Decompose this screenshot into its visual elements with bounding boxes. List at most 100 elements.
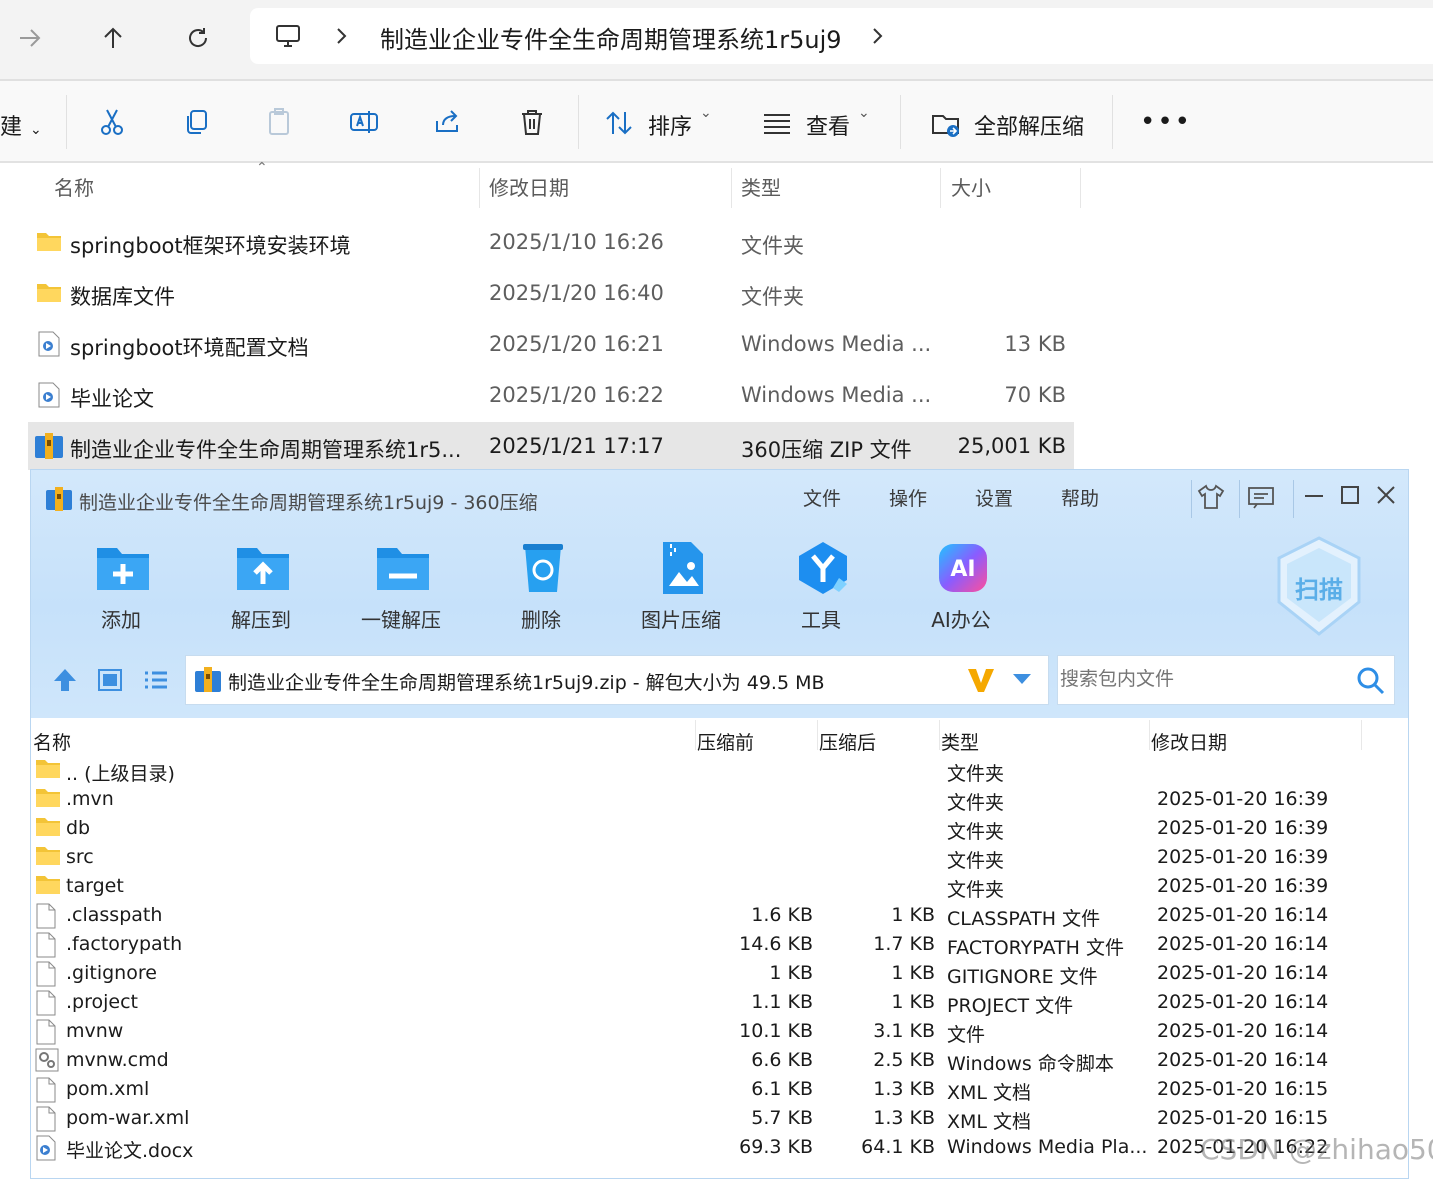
file-size: 13 KB (1004, 332, 1066, 356)
cut-button[interactable] (95, 105, 129, 139)
file-row[interactable]: springboot环境配置文档 2025/1/20 16:21 Windows… (28, 320, 1074, 368)
more-options-icon[interactable]: ••• (1140, 107, 1192, 137)
chevron-right-icon[interactable] (870, 26, 884, 46)
feedback-icon[interactable] (1247, 486, 1275, 510)
sort-ascending-icon: ⌃ (256, 160, 268, 176)
tool-ai-office[interactable]: AI AI办公 (901, 540, 1021, 640)
view-list-icon (764, 114, 790, 134)
maximize-icon[interactable] (1339, 484, 1361, 506)
tool-one-click-extract[interactable]: 一键解压 (341, 540, 461, 640)
archive-size-after: 64.1 KB (861, 1136, 935, 1158)
menu-file[interactable]: 文件 (803, 484, 841, 511)
archive-row[interactable]: .classpath 1.6 KB 1 KB CLASSPATH 文件 2025-01-… (31, 901, 1408, 930)
archive-file-type: 文件夹 (947, 879, 1005, 901)
archive-file-name: .mvn (66, 788, 114, 810)
new-button[interactable]: 建 ⌄ (0, 109, 42, 141)
tool-add[interactable]: 添加 (61, 540, 181, 640)
file-type: 360压缩 ZIP 文件 (741, 438, 912, 462)
address-box[interactable]: 制造业企业专件全生命周期管理系统1r5uj9 (250, 8, 1433, 64)
breadcrumb-current[interactable]: 制造业企业专件全生命周期管理系统1r5uj9 (380, 20, 842, 55)
menu-help[interactable]: 帮助 (1061, 484, 1099, 511)
close-icon[interactable] (1375, 484, 1397, 506)
column-header-size[interactable]: 大小 (951, 172, 991, 201)
archive-row[interactable]: mvnw.cmd 6.6 KB 2.5 KB Windows 命令脚本 2025-01-… (31, 1046, 1408, 1075)
archive-file-name: target (66, 875, 124, 897)
tool-label: 图片压缩 (641, 608, 721, 632)
paste-button[interactable] (263, 105, 297, 139)
list-view-button[interactable] (143, 668, 169, 692)
column-header-modified[interactable]: 修改日期 (1151, 728, 1227, 755)
tool-tools[interactable]: 工具 (761, 540, 881, 640)
column-header-type[interactable]: 类型 (941, 728, 979, 755)
search-icon[interactable] (1356, 666, 1386, 696)
archive-file-type: 文件夹 (947, 821, 1005, 843)
archive-file-modified: 2025-01-20 16:14 (1157, 962, 1329, 984)
tool-extract-to[interactable]: 解压到 (201, 540, 321, 640)
archive-row[interactable]: .factorypath 14.6 KB 1.7 KB FACTORYPATH 文件 2… (31, 930, 1408, 959)
arrow-right-icon (20, 29, 41, 47)
archive-row[interactable]: src 文件夹 2025-01-20 16:39 (31, 843, 1408, 872)
archive-row[interactable]: .mvn 文件夹 2025-01-20 16:39 (31, 785, 1408, 814)
divider (731, 168, 732, 208)
column-header-modified[interactable]: 修改日期 (489, 172, 569, 201)
scissors-icon (101, 109, 123, 135)
search-box[interactable] (1057, 655, 1395, 705)
archive-row[interactable]: .. (上级目录) 文件夹 (31, 756, 1408, 785)
archive-file-type: 文件夹 (947, 763, 1005, 785)
this-pc-icon (274, 22, 302, 50)
file-row[interactable]: 数据库文件 2025/1/20 16:40 文件夹 (28, 269, 1074, 317)
explorer-address-bar: 制造业企业专件全生命周期管理系统1r5uj9 (0, 0, 1433, 80)
archive-row[interactable]: mvnw 10.1 KB 3.1 KB 文件 2025-01-20 16:14 (31, 1017, 1408, 1046)
tool-image-compress[interactable]: 图片压缩 (621, 540, 741, 640)
dropdown-arrow-icon[interactable] (1012, 672, 1032, 686)
skin-shirt-icon[interactable] (1197, 484, 1225, 510)
column-header-name[interactable]: 名称 (54, 172, 94, 201)
delete-button[interactable] (515, 105, 549, 139)
file-icon (35, 990, 57, 1016)
column-header-before[interactable]: 压缩前 (697, 728, 754, 755)
archive-file-modified: 2025-01-20 16:39 (1157, 788, 1329, 810)
vip-v-icon[interactable] (966, 666, 996, 694)
file-row-selected[interactable]: 制造业企业专件全生命周期管理系统1r5... 2025/1/21 17:17 3… (28, 422, 1074, 470)
archive-size-before: 6.1 KB (751, 1078, 813, 1100)
scan-button[interactable]: 扫描 (1275, 536, 1363, 636)
archive-row[interactable]: .project 1.1 KB 1 KB PROJECT 文件 2025-01-20 1… (31, 988, 1408, 1017)
thumbnail-view-button[interactable] (97, 668, 123, 692)
archive-row[interactable]: .gitignore 1 KB 1 KB GITIGNORE 文件 2025-01-20… (31, 959, 1408, 988)
archive-file-type: PROJECT 文件 (947, 995, 1074, 1017)
file-row[interactable]: springboot框架环境安装环境 2025/1/10 16:26 文件夹 (28, 218, 1074, 266)
file-row[interactable]: 毕业论文 2025/1/20 16:22 Windows Media ... 7… (28, 371, 1074, 419)
archive-row[interactable]: pom-war.xml 5.7 KB 1.3 KB XML 文档 2025-01-20 … (31, 1104, 1408, 1133)
copy-button[interactable] (179, 105, 213, 139)
refresh-button[interactable] (176, 16, 220, 60)
file-icon (35, 932, 57, 958)
minimize-icon[interactable] (1303, 484, 1325, 506)
file-modified: 2025/1/20 16:21 (489, 332, 664, 356)
archive-file-type: Windows Media Pla... (947, 1136, 1148, 1158)
file-icon (35, 903, 57, 929)
file-name: 毕业论文 (70, 387, 154, 411)
archive-file-name: mvnw.cmd (66, 1049, 169, 1071)
share-button[interactable] (431, 105, 465, 139)
search-input[interactable] (1058, 668, 1350, 690)
column-header-name[interactable]: 名称 (33, 728, 71, 755)
forward-button[interactable] (8, 16, 52, 60)
sort-arrows-icon (606, 111, 632, 135)
archive-size-before: 1.1 KB (751, 991, 813, 1013)
column-header-type[interactable]: 类型 (741, 172, 781, 201)
tool-label: 删除 (521, 608, 561, 632)
menu-settings[interactable]: 设置 (975, 484, 1013, 511)
up-button[interactable] (91, 16, 135, 60)
rename-button[interactable] (347, 105, 381, 139)
up-level-button[interactable] (51, 666, 79, 694)
column-header-after[interactable]: 压缩后 (819, 728, 876, 755)
paste-icon (269, 108, 289, 135)
menu-operate[interactable]: 操作 (889, 484, 927, 511)
archive-row[interactable]: db 文件夹 2025-01-20 16:39 (31, 814, 1408, 843)
window-title: 制造业企业专件全生命周期管理系统1r5uj9 - 360压缩 (79, 492, 538, 514)
archive-row[interactable]: target 文件夹 2025-01-20 16:39 (31, 872, 1408, 901)
tool-delete[interactable]: 删除 (481, 540, 601, 640)
archive-path-box[interactable]: 制造业企业专件全生命周期管理系统1r5uj9.zip - 解包大小为 49.5 … (185, 655, 1049, 705)
archive-row[interactable]: pom.xml 6.1 KB 1.3 KB XML 文档 2025-01-20 16:1… (31, 1075, 1408, 1104)
archive-file-modified: 2025-01-20 16:14 (1157, 1049, 1329, 1071)
